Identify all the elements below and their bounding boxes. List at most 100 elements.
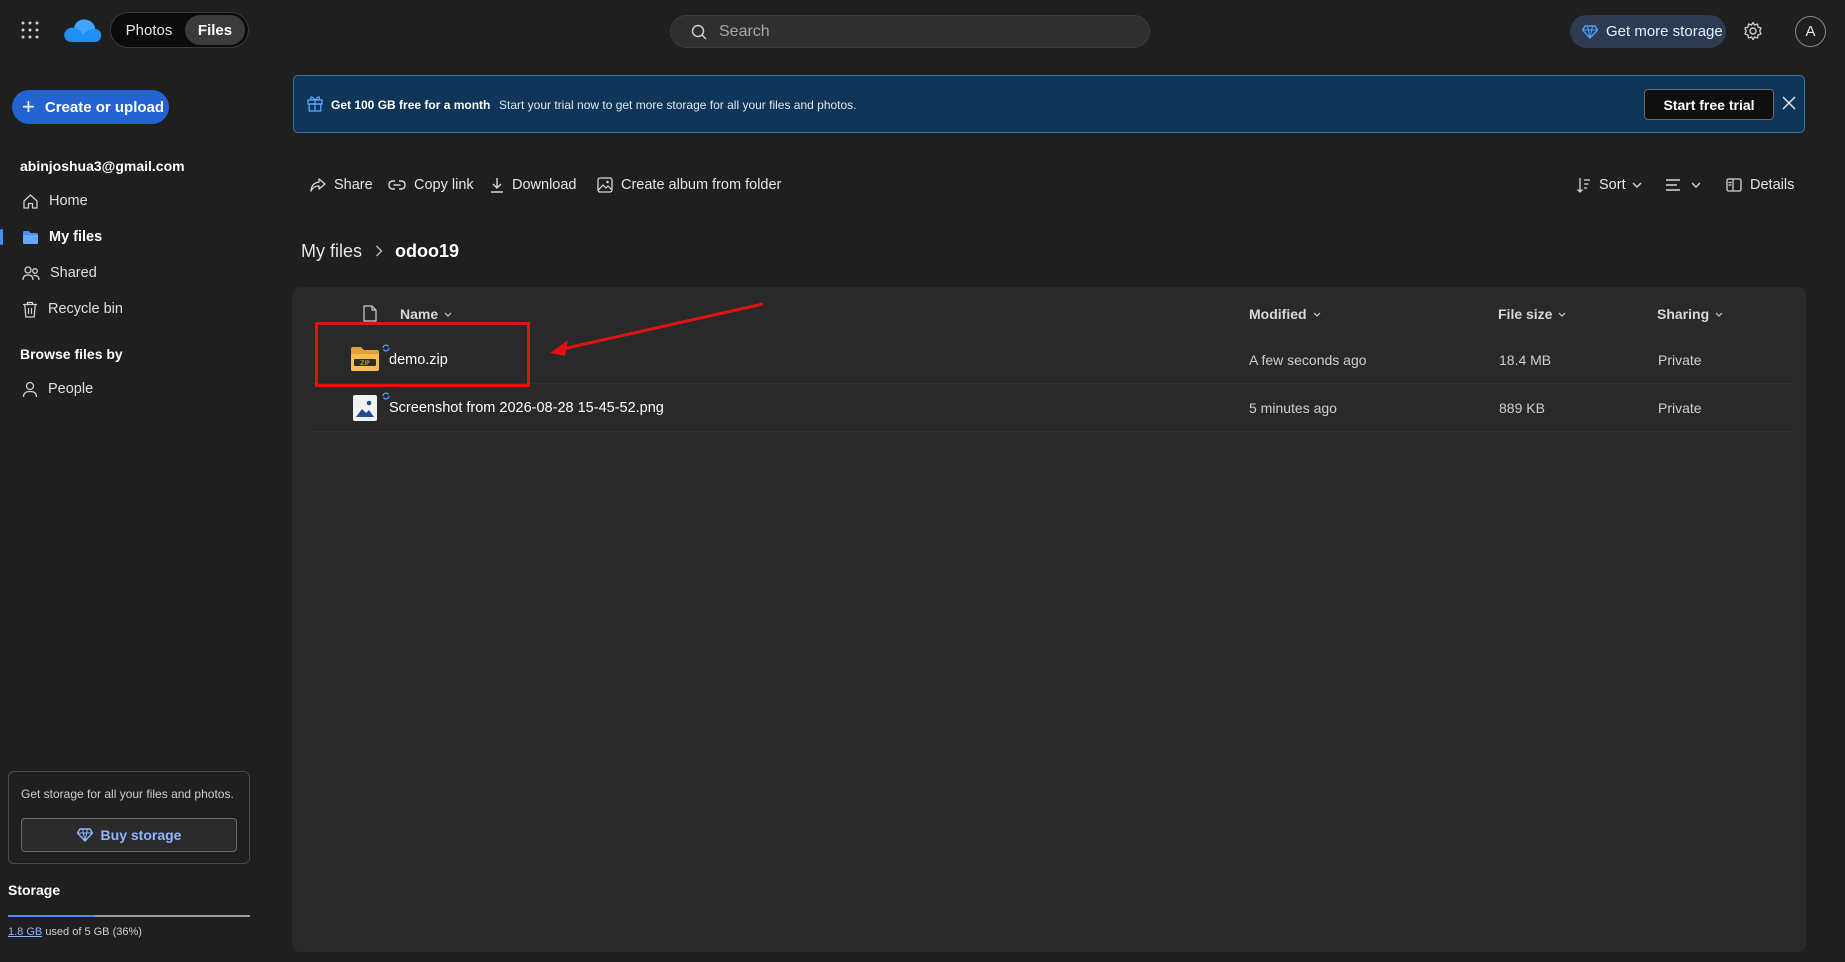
banner-description: Start your trial now to get more storage… (499, 98, 857, 112)
column-header-sharing[interactable]: Sharing (1657, 304, 1723, 324)
tab-photos[interactable]: Photos (113, 15, 185, 45)
chevron-down-icon (1313, 312, 1321, 317)
details-pane-icon (1726, 178, 1742, 192)
app-switcher: Photos Files (110, 12, 249, 48)
column-header-label: Name (400, 306, 439, 322)
details-label: Details (1750, 177, 1795, 193)
sync-icon (382, 344, 390, 352)
sync-icon (382, 392, 390, 400)
chevron-down-icon (1558, 312, 1566, 317)
file-list: Name Modified File size Sharing ZIP demo… (292, 287, 1806, 952)
tab-files[interactable]: Files (185, 15, 245, 45)
download-button[interactable]: Download (490, 172, 577, 198)
file-sharing: Private (1658, 400, 1702, 416)
get-more-storage-button[interactable]: Get more storage (1570, 15, 1726, 48)
details-button[interactable]: Details (1726, 172, 1794, 198)
storage-total-text: used of 5 GB (36%) (45, 926, 142, 938)
svg-text:ZIP: ZIP (360, 360, 370, 367)
column-header-modified[interactable]: Modified (1249, 304, 1321, 324)
sort-button[interactable]: Sort (1577, 172, 1642, 198)
home-icon (22, 193, 39, 210)
sidebar-item-shared[interactable]: Shared (0, 257, 250, 289)
get-more-storage-label: Get more storage (1606, 23, 1723, 40)
image-file-icon (352, 394, 378, 422)
share-icon (310, 177, 326, 193)
storage-usage-text: 1.8 GB used of 5 GB (36%) (8, 926, 142, 938)
sidebar-item-recycle-bin[interactable]: Recycle bin (0, 293, 250, 325)
table-row[interactable]: ZIP demo.zip A few seconds ago 18.4 MB P… (312, 336, 1792, 384)
chevron-down-icon (1715, 312, 1723, 317)
copy-link-button[interactable]: Copy link (388, 172, 474, 198)
waffle-icon[interactable] (20, 20, 40, 40)
column-header-name[interactable]: Name (400, 304, 452, 324)
gift-icon (307, 95, 323, 112)
chevron-down-icon (1691, 182, 1701, 188)
close-icon[interactable] (1782, 96, 1796, 110)
create-or-upload-button[interactable]: + Create or upload (12, 90, 169, 124)
file-modified: 5 minutes ago (1249, 400, 1337, 416)
share-button[interactable]: Share (310, 172, 373, 198)
trash-icon (22, 301, 38, 318)
column-header-label: File size (1498, 306, 1553, 322)
sidebar-item-label: My files (49, 229, 103, 245)
column-header-file-size[interactable]: File size (1498, 304, 1566, 324)
create-or-upload-label: Create or upload (44, 98, 165, 116)
file-modified: A few seconds ago (1249, 352, 1367, 368)
file-name[interactable]: demo.zip (389, 352, 448, 368)
onedrive-logo[interactable] (62, 16, 102, 44)
storage-progress-fill (8, 915, 96, 917)
sidebar-item-label: People (48, 381, 94, 397)
file-name[interactable]: Screenshot from 2026-08-28 15-45-52.png (389, 400, 664, 416)
sort-label: Sort (1599, 177, 1626, 193)
download-icon (490, 177, 504, 193)
column-header-label: Sharing (1657, 306, 1710, 322)
chevron-down-icon (444, 312, 452, 317)
storage-promo-card: Get storage for all your files and photo… (8, 771, 250, 864)
file-sharing: Private (1658, 352, 1702, 368)
sidebar-item-label: Recycle bin (48, 301, 123, 317)
person-icon (22, 381, 38, 398)
search-box[interactable] (670, 15, 1150, 48)
copy-link-label: Copy link (414, 177, 474, 193)
column-header-label: Modified (1249, 306, 1307, 322)
search-icon (691, 24, 707, 40)
storage-used-link[interactable]: 1.8 GB (8, 926, 42, 938)
storage-progress-bar (8, 915, 250, 917)
chevron-right-icon (375, 245, 383, 257)
diamond-icon (1582, 24, 1598, 39)
folder-icon (22, 230, 39, 245)
sidebar-item-label: Shared (50, 265, 97, 281)
storage-heading: Storage (8, 882, 61, 898)
top-bar: Photos Files Get more storage A (0, 0, 1845, 62)
sidebar-item-home[interactable]: Home (0, 185, 250, 217)
breadcrumb-root[interactable]: My files (301, 241, 362, 262)
table-row[interactable]: Screenshot from 2026-08-28 15-45-52.png … (312, 384, 1792, 432)
list-view-icon (1665, 178, 1681, 192)
create-album-label: Create album from folder (621, 177, 782, 193)
buy-storage-label: Buy storage (100, 827, 182, 843)
diamond-icon (76, 828, 93, 842)
start-free-trial-button[interactable]: Start free trial (1644, 89, 1774, 120)
trial-banner: Get 100 GB free for a month Start your t… (293, 75, 1805, 133)
storage-promo-text: Get storage for all your files and photo… (21, 787, 234, 801)
sidebar-item-my-files[interactable]: My files (0, 221, 250, 253)
sidebar-item-label: Home (49, 193, 88, 209)
avatar[interactable]: A (1795, 16, 1826, 47)
banner-title: Get 100 GB free for a month (331, 98, 491, 112)
file-size: 889 KB (1499, 400, 1545, 416)
browse-files-heading: Browse files by (20, 346, 123, 362)
buy-storage-button[interactable]: Buy storage (21, 818, 237, 852)
sidebar-item-people[interactable]: People (0, 373, 250, 405)
account-email: abinjoshua3@gmail.com (20, 158, 185, 174)
file-type-icon[interactable] (363, 305, 377, 322)
file-size: 18.4 MB (1499, 352, 1552, 368)
breadcrumb-current: odoo19 (395, 241, 460, 261)
album-icon (597, 177, 613, 193)
search-input[interactable] (719, 22, 1119, 41)
chevron-down-icon (1632, 182, 1642, 188)
create-album-button[interactable]: Create album from folder (597, 172, 781, 198)
gear-icon[interactable] (1743, 21, 1763, 41)
view-options-button[interactable] (1665, 172, 1701, 198)
people-icon (22, 265, 40, 281)
sort-icon (1577, 177, 1591, 193)
